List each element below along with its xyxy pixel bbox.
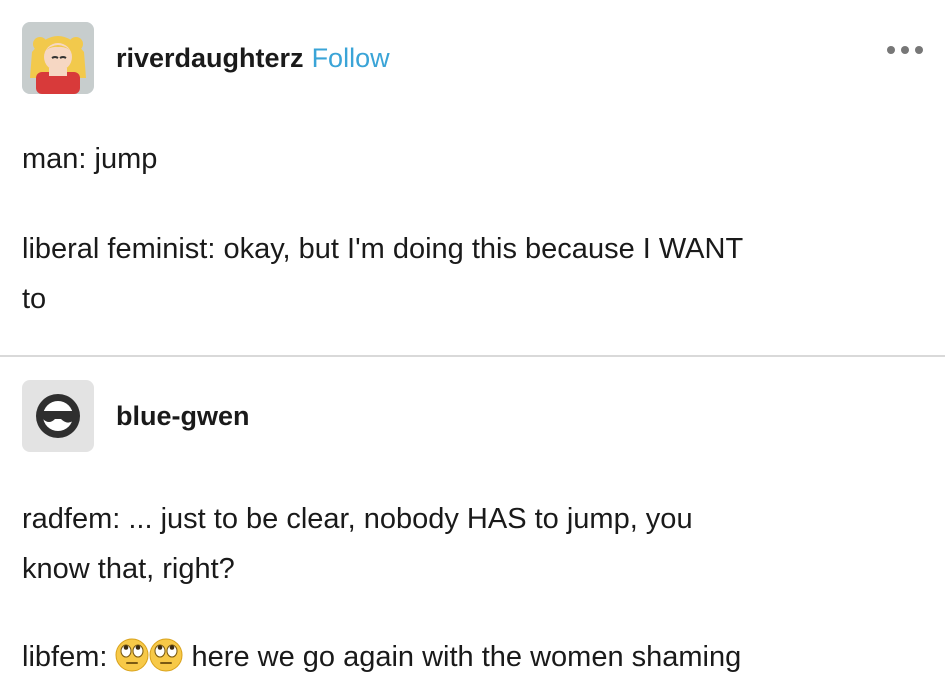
more-options-icon[interactable] — [887, 46, 923, 54]
post-header: riverdaughterz Follow — [22, 22, 390, 94]
post-line-2: liberal feminist: okay, but I'm doing th… — [22, 233, 744, 265]
libfem-text: here we go again with the women shaming — [183, 641, 742, 673]
post-line-1: man: jump — [22, 143, 158, 175]
reply-line-2: know that, right? — [22, 553, 235, 585]
eye-roll-emoji-icon — [115, 638, 149, 672]
sunglasses-face-icon[interactable] — [22, 380, 94, 452]
libfem-prefix: libfem: — [22, 641, 108, 673]
more-dot — [887, 46, 895, 54]
reblog-divider — [0, 355, 945, 357]
post-username[interactable]: riverdaughterz — [116, 43, 304, 74]
anime-avatar-icon[interactable] — [22, 22, 94, 94]
eye-roll-emoji-icon — [149, 638, 183, 672]
follow-button[interactable]: Follow — [312, 43, 390, 74]
reply-header: blue-gwen — [22, 380, 250, 452]
reply-username[interactable]: blue-gwen — [116, 401, 250, 432]
more-dot — [901, 46, 909, 54]
more-dot — [915, 46, 923, 54]
reply-line-1: radfem: ... just to be clear, nobody HAS… — [22, 503, 693, 535]
reply-line-3: libfem: here we go again with the women … — [22, 634, 923, 680]
post-line-3: to — [22, 283, 47, 315]
